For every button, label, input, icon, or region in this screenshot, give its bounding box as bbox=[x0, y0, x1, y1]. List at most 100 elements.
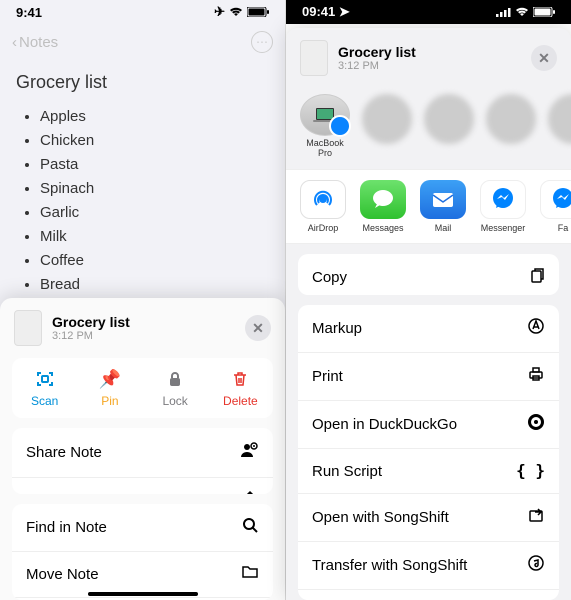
action-label: Move Note bbox=[26, 566, 99, 583]
action-copy[interactable]: Copy bbox=[298, 254, 559, 296]
note-thumbnail-icon bbox=[14, 310, 42, 346]
action-label: Open in DuckDuckGo bbox=[312, 416, 457, 433]
note-item: Milk bbox=[40, 225, 269, 249]
more-icon[interactable]: ⋯ bbox=[251, 31, 273, 53]
app-label: Fa bbox=[558, 223, 569, 233]
delete-button[interactable]: Delete bbox=[208, 368, 273, 408]
messages-icon bbox=[360, 180, 406, 219]
action-label: Transfer with SongShift bbox=[312, 557, 467, 574]
back-label: Notes bbox=[19, 34, 58, 51]
contact-avatar-icon bbox=[486, 94, 536, 144]
quick-actions: Scan 📌 Pin Lock Delete bbox=[12, 358, 273, 418]
share-app-messenger[interactable]: Messenger bbox=[480, 180, 526, 233]
pin-button[interactable]: 📌 Pin bbox=[77, 368, 142, 408]
delete-label: Delete bbox=[223, 394, 258, 408]
phone-left: 9:41 ✈︎ ‹ Notes ⋯ Grocery list ApplesChi… bbox=[0, 0, 286, 600]
share-sheet: Grocery list 3:12 PM ✕ MacBook Pro AirDr… bbox=[286, 28, 571, 600]
pin-label: Pin bbox=[101, 394, 118, 408]
status-bar: 9:41 ✈︎ bbox=[0, 0, 285, 24]
contact-avatar-icon bbox=[424, 94, 474, 144]
status-icons bbox=[496, 5, 555, 20]
action-open-with-songshift[interactable]: Open with SongShift bbox=[298, 494, 559, 542]
battery-icon bbox=[247, 5, 269, 20]
note-thumbnail-icon bbox=[300, 40, 328, 76]
close-button[interactable]: ✕ bbox=[531, 45, 557, 71]
note-item: Spinach bbox=[40, 177, 269, 201]
action-label: Find in Note bbox=[26, 519, 107, 536]
folder-icon bbox=[241, 564, 259, 585]
action-label: Share Note bbox=[26, 444, 102, 461]
sheet-subtitle: 3:12 PM bbox=[338, 60, 521, 72]
share-contact[interactable]: MacBook Pro bbox=[300, 94, 350, 159]
nav-bar: ‹ Notes ⋯ bbox=[0, 24, 285, 60]
braces-icon: { } bbox=[516, 461, 545, 481]
airplane-icon: ✈︎ bbox=[214, 4, 225, 20]
app-label: Messenger bbox=[481, 223, 526, 233]
messenger-icon bbox=[480, 180, 526, 219]
action-transfer-with-songshift[interactable]: Transfer with SongShift bbox=[298, 542, 559, 590]
action-find-in-note[interactable]: Find in Note bbox=[12, 504, 273, 552]
sheet-header: Grocery list 3:12 PM ✕ bbox=[0, 298, 285, 358]
action-group-1: Share Note Send a Copy bbox=[12, 428, 273, 494]
action-sheet: Grocery list 3:12 PM ✕ Scan 📌 Pin bbox=[0, 298, 285, 600]
wifi-icon bbox=[515, 5, 529, 20]
phone-right: 09:41 ➤ Grocery list 3:12 PM ✕ MacBook P… bbox=[286, 0, 571, 600]
search-icon bbox=[241, 516, 259, 539]
lock-button[interactable]: Lock bbox=[143, 368, 208, 408]
fa-icon bbox=[540, 180, 571, 219]
action-send-a-copy[interactable]: Send a Copy bbox=[12, 478, 273, 494]
note-item: Bread bbox=[40, 273, 269, 297]
note-item: Apples bbox=[40, 105, 269, 129]
trash-icon bbox=[229, 368, 251, 390]
action-label: Print bbox=[312, 368, 343, 385]
status-time: 9:41 bbox=[16, 5, 42, 20]
contacts-row: MacBook Pro bbox=[286, 88, 571, 169]
note-item: Coffee bbox=[40, 249, 269, 273]
share-contact[interactable] bbox=[548, 94, 571, 159]
action-run-script[interactable]: Run Script { } bbox=[298, 449, 559, 494]
chevron-left-icon: ‹ bbox=[12, 34, 17, 51]
action-print[interactable]: Print bbox=[298, 353, 559, 401]
action-markup[interactable]: Markup bbox=[298, 305, 559, 353]
action-label: Copy bbox=[312, 269, 347, 286]
close-button[interactable]: ✕ bbox=[245, 315, 271, 341]
action-save-to-pocket[interactable]: Save to Pocket bbox=[298, 590, 559, 600]
home-indicator bbox=[88, 592, 198, 596]
share-app-fa[interactable]: Fa bbox=[540, 180, 571, 233]
note-item: Chicken bbox=[40, 129, 269, 153]
location-icon: ➤ bbox=[339, 4, 350, 19]
action-group-actions: Markup Print Open in DuckDuckGo Run Script {… bbox=[298, 305, 559, 600]
airdrop-icon bbox=[300, 180, 346, 219]
action-label: Run Script bbox=[312, 463, 382, 480]
close-icon: ✕ bbox=[252, 320, 264, 337]
back-button[interactable]: ‹ Notes bbox=[12, 34, 58, 51]
share-app-mail[interactable]: Mail bbox=[420, 180, 466, 233]
action-open-in-duckduckgo[interactable]: Open in DuckDuckGo bbox=[298, 401, 559, 449]
action-label: Send a Copy bbox=[26, 493, 113, 494]
songshift-icon bbox=[527, 554, 545, 577]
sheet-subtitle: 3:12 PM bbox=[52, 330, 235, 342]
share-app-messages[interactable]: Messages bbox=[360, 180, 406, 233]
share-app-airdrop[interactable]: AirDrop bbox=[300, 180, 346, 233]
mail-icon bbox=[420, 180, 466, 219]
status-bar: 09:41 ➤ bbox=[286, 0, 571, 24]
share-up-icon bbox=[241, 490, 259, 494]
duck-icon bbox=[527, 413, 545, 436]
lock-icon bbox=[164, 368, 186, 390]
action-share-note[interactable]: Share Note bbox=[12, 428, 273, 478]
status-icons: ✈︎ bbox=[214, 4, 269, 20]
scan-icon bbox=[34, 368, 56, 390]
markup-icon bbox=[527, 317, 545, 340]
macbook-icon bbox=[300, 94, 350, 136]
app-label: Messages bbox=[362, 223, 403, 233]
share-contact[interactable] bbox=[486, 94, 536, 159]
note-item: Garlic bbox=[40, 201, 269, 225]
share-contact[interactable] bbox=[424, 94, 474, 159]
action-group-copy: Copy bbox=[298, 254, 559, 296]
apps-row: AirDrop Messages Mail Messenger Fa bbox=[286, 169, 571, 244]
share-contact[interactable] bbox=[362, 94, 412, 159]
sheet-title: Grocery list bbox=[52, 314, 235, 330]
print-icon bbox=[527, 365, 545, 388]
signal-icon bbox=[496, 5, 511, 20]
scan-button[interactable]: Scan bbox=[12, 368, 77, 408]
